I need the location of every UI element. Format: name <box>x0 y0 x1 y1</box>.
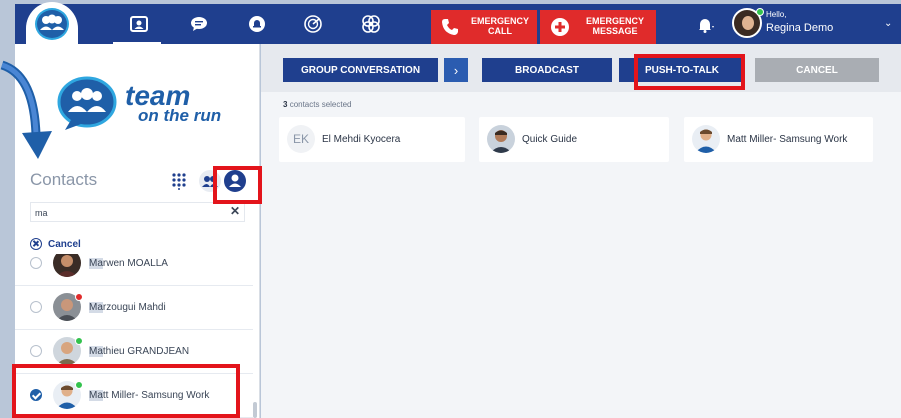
cancel-label: Cancel <box>48 238 81 250</box>
apps-tab-icon[interactable] <box>360 13 382 35</box>
contact-search-input[interactable] <box>31 204 221 222</box>
clear-search-icon[interactable]: ✕ <box>230 204 240 218</box>
selected-count-text: 3 contacts selected <box>283 100 352 109</box>
select-radio[interactable] <box>30 257 42 269</box>
list-item[interactable]: Marzougui Mahdi <box>15 286 253 330</box>
list-item[interactable]: Matt Miller- Samsung Work <box>15 374 253 418</box>
app-logo-icon <box>35 8 69 40</box>
message-plus-icon <box>551 18 569 36</box>
select-radio-checked[interactable] <box>30 389 42 401</box>
emergency-message-button[interactable]: EMERGENCY MESSAGE <box>540 10 656 44</box>
status-indicator <box>75 381 83 389</box>
select-radio[interactable] <box>30 301 42 313</box>
push-to-talk-button[interactable]: PUSH-TO-TALK <box>619 58 745 82</box>
emergency-message-line1: EMERGENCY <box>585 16 644 26</box>
emergency-call-line2: CALL <box>488 26 512 36</box>
main-panel: GROUP CONVERSATION › BROADCAST PUSH-TO-T… <box>261 44 901 418</box>
select-radio[interactable] <box>30 345 42 357</box>
status-indicator <box>75 337 83 345</box>
list-item[interactable]: Marwen MOALLA <box>15 254 253 286</box>
contact-initials-avatar: EK <box>287 125 315 153</box>
selected-contact-name: Matt Miller- Samsung Work <box>727 134 848 145</box>
selected-contact-card[interactable]: EK El Mehdi Kyocera <box>279 117 465 162</box>
user-name[interactable]: Regina Demo <box>766 22 833 34</box>
chat-tab-icon[interactable] <box>188 13 210 35</box>
app-logo[interactable] <box>26 2 78 46</box>
notifications-bell-icon[interactable] <box>696 16 714 34</box>
contact-name: Matt Miller- Samsung Work <box>89 390 210 401</box>
status-indicator <box>75 293 83 301</box>
phone-icon <box>442 19 458 35</box>
contact-name: Mathieu GRANDJEAN <box>89 346 190 357</box>
contact-name: Marzougui Mahdi <box>89 302 166 313</box>
person-icon[interactable] <box>224 170 246 192</box>
contact-avatar <box>53 254 81 277</box>
user-presence-indicator <box>756 8 764 16</box>
brand-name-tagline: on the run <box>138 106 222 125</box>
contact-list: Marwen MOALLA Marzougui Mahdi Mathieu GR… <box>15 254 253 418</box>
contact-search-box: ✕ <box>30 202 245 222</box>
emergency-call-line1: EMERGENCY <box>470 16 529 26</box>
greeting-text: Hello, <box>766 10 787 19</box>
emergency-call-button[interactable]: EMERGENCY CALL <box>431 10 537 44</box>
contact-avatar <box>487 125 515 153</box>
chevron-down-icon[interactable]: ⌄ <box>884 18 892 29</box>
radar-tab-icon[interactable] <box>302 13 324 35</box>
selected-contact-name: Quick Guide <box>522 134 578 145</box>
chevron-right-icon[interactable]: › <box>444 58 468 82</box>
tutorial-arrow <box>0 60 52 159</box>
broadcast-button[interactable]: BROADCAST <box>482 58 612 82</box>
group-conversation-button[interactable]: GROUP CONVERSATION <box>283 58 438 82</box>
contact-name: Marwen MOALLA <box>89 258 168 269</box>
alerts-tab-icon[interactable] <box>246 13 268 35</box>
selected-contact-name: El Mehdi Kyocera <box>322 134 401 145</box>
cancel-selection-button[interactable]: Cancel <box>30 236 81 252</box>
cancel-button[interactable]: CANCEL <box>755 58 879 82</box>
selected-contact-card[interactable]: Matt Miller- Samsung Work <box>684 117 873 162</box>
selected-contact-card[interactable]: Quick Guide <box>479 117 669 162</box>
group-contacts-icon[interactable] <box>199 170 221 192</box>
top-navigation-bar: EMERGENCY CALL EMERGENCY MESSAGE Hello, … <box>15 2 901 46</box>
cancel-circle-icon <box>30 238 42 250</box>
contacts-heading: Contacts <box>30 170 98 189</box>
contact-avatar <box>692 125 720 153</box>
list-item[interactable]: Mathieu GRANDJEAN <box>15 330 253 374</box>
action-bar: GROUP CONVERSATION › BROADCAST PUSH-TO-T… <box>261 44 901 92</box>
contacts-tab-icon[interactable] <box>128 13 150 35</box>
dialpad-icon[interactable] <box>170 172 188 190</box>
emergency-message-line2: MESSAGE <box>592 26 638 36</box>
list-scrollbar[interactable] <box>253 402 257 418</box>
